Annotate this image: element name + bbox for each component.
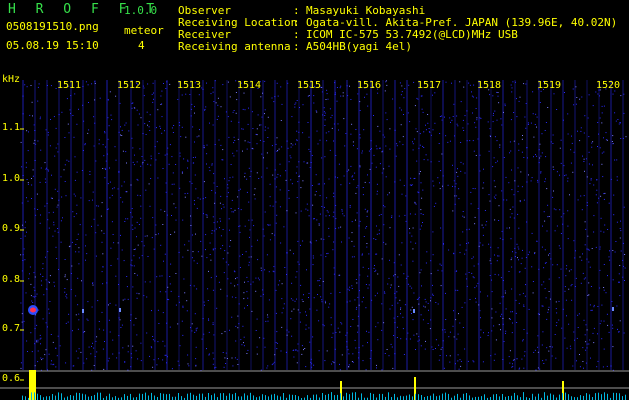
noise-field <box>20 80 627 371</box>
x-tick-label: 1516 <box>357 80 382 91</box>
y-tick-label: 0.9 <box>2 223 21 234</box>
y-tick-label: 0.6 <box>2 373 21 384</box>
x-tick-label: 1514 <box>237 80 262 91</box>
spectrogram <box>0 80 629 400</box>
x-tick-label: 1512 <box>117 80 142 91</box>
y-tick-label: 1.0 <box>2 173 21 184</box>
y-tick-label: 1.1 <box>2 122 21 133</box>
x-tick-label: 1515 <box>297 80 322 91</box>
x-tick-label: 1517 <box>417 80 442 91</box>
x-tick-label: 1511 <box>57 80 82 91</box>
x-tick-label: 1519 <box>537 80 562 91</box>
x-tick-label: 1520 <box>596 80 621 91</box>
y-tick-label: 0.8 <box>2 274 21 285</box>
y-tick-label: 0.7 <box>2 323 21 334</box>
amplitude-trace <box>22 370 626 400</box>
x-tick-label: 1513 <box>177 80 202 91</box>
y-axis-unit: kHz <box>2 74 21 85</box>
x-tick-label: 1518 <box>477 80 502 91</box>
